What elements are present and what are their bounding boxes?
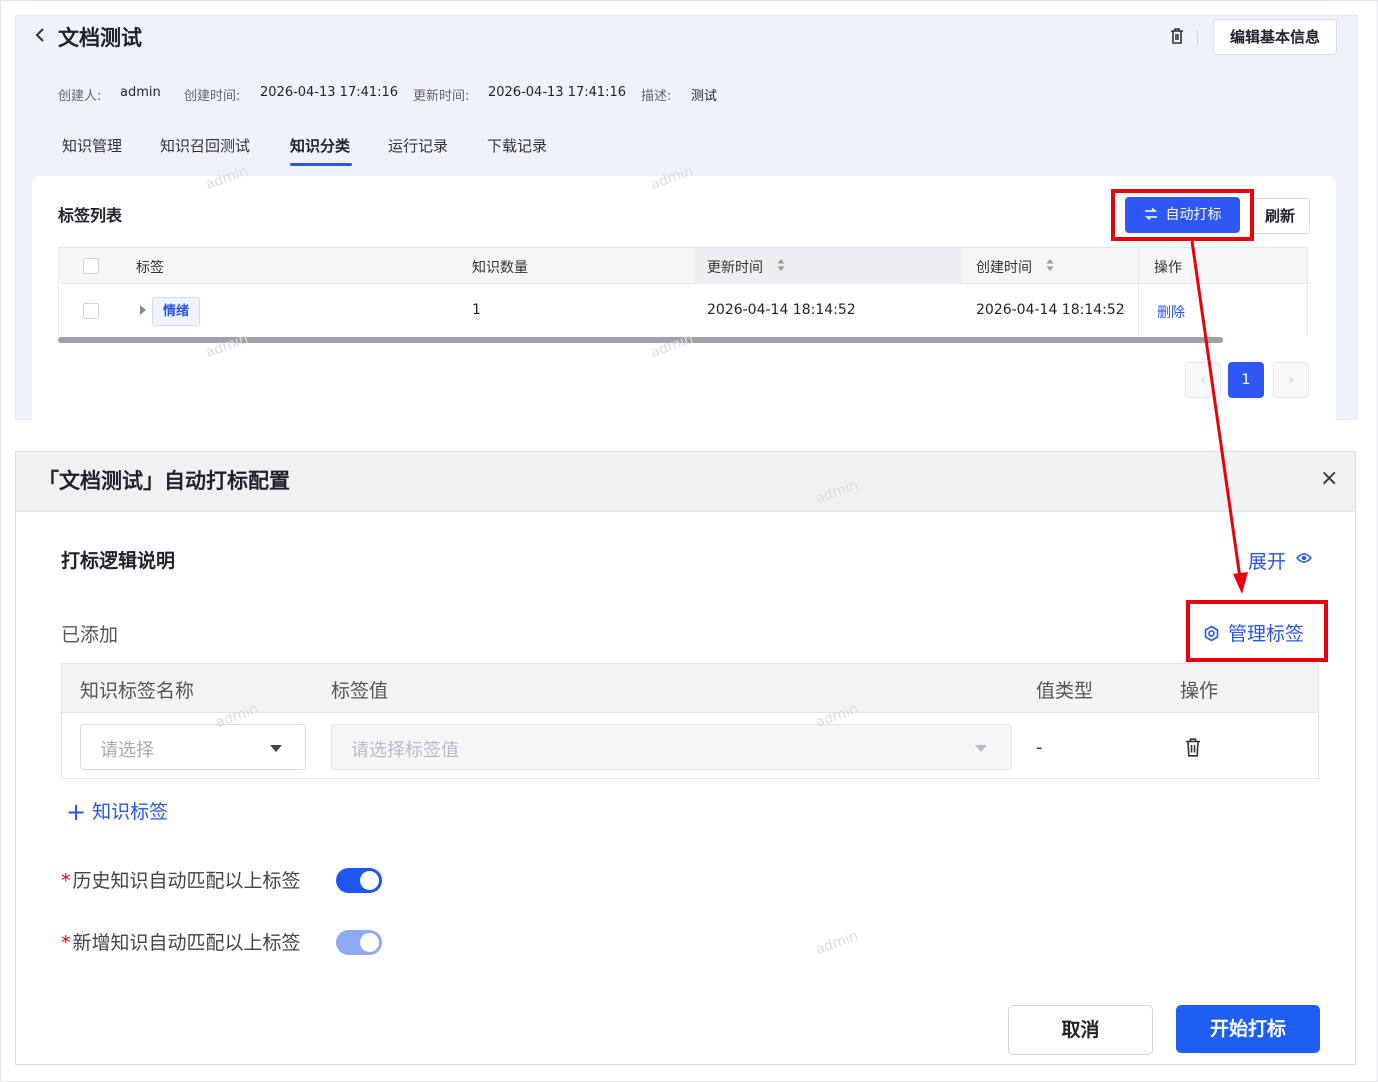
creator-value: admin — [120, 85, 161, 100]
add-knowledge-tag-button[interactable]: + 知识标签 — [66, 797, 168, 826]
created-time-value: 2026-04-13 17:41:16 — [260, 85, 399, 100]
column-header-updated[interactable]: 更新时间 — [707, 257, 763, 277]
expand-link[interactable]: 展开 — [1248, 547, 1286, 574]
delete-link[interactable]: 删除 — [1157, 302, 1185, 322]
history-auto-match-switch[interactable] — [336, 868, 382, 893]
page-number-current[interactable]: 1 — [1228, 362, 1264, 398]
column-header-created[interactable]: 创建时间 — [976, 257, 1032, 277]
created-time: 2026-04-14 18:14:52 — [976, 302, 1125, 318]
active-tab-indicator — [290, 163, 352, 166]
toolbar-divider — [1197, 30, 1198, 46]
chevron-down-icon — [270, 745, 282, 752]
tag-value-select[interactable]: 请选择标签值 — [331, 724, 1012, 770]
column-header-tag-value: 标签值 — [331, 680, 389, 702]
tab-run-records[interactable]: 运行记录 — [388, 135, 448, 156]
column-header-tag: 标签 — [136, 260, 164, 276]
select-all-checkbox[interactable] — [83, 258, 99, 274]
logic-section-title: 打标逻辑说明 — [61, 550, 176, 572]
tab-download-records[interactable]: 下载记录 — [487, 135, 547, 156]
column-header-action: 操作 — [1154, 260, 1182, 276]
prev-page-button[interactable]: ‹ — [1185, 362, 1221, 398]
chevron-down-icon — [975, 745, 987, 752]
tag-table-header — [58, 247, 1308, 284]
annotation-box-auto-tag — [1111, 189, 1254, 241]
creator-label: 创建人: — [58, 89, 102, 104]
column-header-operation: 操作 — [1180, 680, 1219, 702]
chevron-left-icon[interactable] — [34, 26, 46, 49]
updated-time-value: 2026-04-13 17:41:16 — [488, 85, 627, 100]
tab-knowledge-management[interactable]: 知识管理 — [62, 135, 122, 156]
modal-title: 「文档测试」自动打标配置 — [38, 469, 290, 493]
new-auto-match-text: 新增知识自动匹配以上标签 — [72, 932, 301, 954]
trash-icon[interactable] — [1185, 738, 1201, 757]
tag-name-select[interactable]: 请选择 — [80, 724, 306, 770]
updated-time: 2026-04-14 18:14:52 — [707, 302, 856, 318]
sort-icon[interactable] — [777, 258, 785, 272]
start-tagging-button[interactable]: 开始打标 — [1176, 1005, 1320, 1053]
history-auto-match-label: * 历史知识自动匹配以上标签 — [61, 866, 301, 893]
edit-basic-info-button[interactable]: 编辑基本信息 — [1213, 19, 1337, 55]
column-header-count: 知识数量 — [472, 260, 528, 276]
description-value: 测试 — [691, 89, 718, 104]
tab-recall-test[interactable]: 知识召回测试 — [160, 135, 250, 156]
tag-value-placeholder: 请选择标签值 — [351, 740, 459, 761]
required-mark: * — [61, 870, 71, 892]
row-checkbox[interactable] — [83, 303, 99, 319]
page-title: 文档测试 — [58, 26, 142, 50]
refresh-button[interactable]: 刷新 — [1250, 198, 1310, 234]
knowledge-count: 1 — [472, 302, 481, 318]
expand-row-icon[interactable] — [140, 305, 146, 315]
annotation-box-manage-tags — [1186, 600, 1328, 662]
updated-time-label: 更新时间: — [413, 89, 470, 104]
tab-knowledge-classification[interactable]: 知识分类 — [290, 135, 350, 156]
add-knowledge-tag-label: 知识标签 — [92, 801, 169, 823]
new-auto-match-switch[interactable] — [336, 930, 382, 955]
created-time-label: 创建时间: — [184, 89, 241, 104]
history-auto-match-text: 历史知识自动匹配以上标签 — [72, 870, 301, 892]
sort-icon[interactable] — [1046, 258, 1054, 272]
switch-knob — [360, 933, 379, 952]
plus-icon: + — [66, 798, 87, 826]
column-header-value-type: 值类型 — [1036, 680, 1094, 702]
switch-knob — [360, 871, 379, 890]
column-header-tag-name: 知识标签名称 — [80, 680, 195, 702]
added-label: 已添加 — [61, 624, 119, 646]
fixed-column-divider — [1138, 248, 1139, 336]
tag-chip: 情绪 — [152, 297, 200, 326]
value-type: - — [1036, 737, 1043, 758]
eye-icon[interactable] — [1296, 552, 1312, 564]
trash-icon[interactable] — [1170, 28, 1184, 44]
tag-name-placeholder: 请选择 — [100, 740, 154, 761]
new-auto-match-label: * 新增知识自动匹配以上标签 — [61, 928, 301, 955]
tag-list-title: 标签列表 — [58, 206, 123, 225]
cancel-button[interactable]: 取消 — [1008, 1005, 1153, 1055]
close-icon[interactable]: × — [1320, 468, 1338, 490]
next-page-button[interactable]: › — [1273, 362, 1309, 398]
required-mark: * — [61, 932, 71, 954]
description-label: 描述: — [641, 89, 672, 104]
